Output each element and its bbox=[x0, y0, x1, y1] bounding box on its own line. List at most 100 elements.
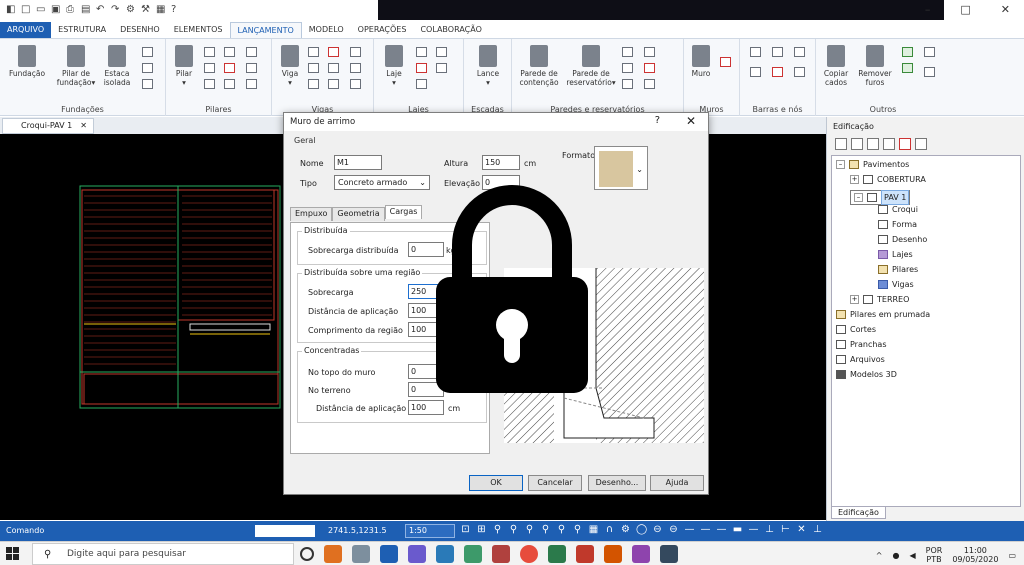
taskbar-search[interactable]: Digite aqui para pesquisar bbox=[32, 543, 294, 565]
chrome-icon[interactable] bbox=[520, 545, 538, 563]
maximize-button[interactable]: □ bbox=[960, 3, 970, 16]
panel-footer-tab[interactable]: Edificação bbox=[831, 506, 886, 519]
windows-start-icon[interactable] bbox=[6, 547, 19, 560]
open-icon[interactable]: ▭ bbox=[36, 4, 46, 15]
tool-icon[interactable] bbox=[772, 67, 783, 77]
snap-icon[interactable]: — bbox=[700, 524, 711, 536]
snap-icon[interactable]: ⚲ bbox=[524, 524, 535, 536]
tool-icon[interactable]: ▦ bbox=[156, 4, 166, 15]
save-all-icon[interactable]: ▤ bbox=[81, 4, 91, 15]
app-icon[interactable] bbox=[324, 545, 342, 563]
snap-icon[interactable]: ⚙ bbox=[620, 524, 631, 536]
tool-icon[interactable] bbox=[436, 63, 447, 73]
snap-icon[interactable]: — bbox=[748, 524, 759, 536]
delete-icon[interactable] bbox=[899, 138, 911, 150]
parede-contencao-button[interactable]: Parede de contenção bbox=[516, 45, 562, 87]
muro-button[interactable]: Muro bbox=[688, 45, 714, 78]
app-icon[interactable]: ◧ bbox=[6, 4, 16, 15]
snap-icon[interactable]: ⚲ bbox=[508, 524, 519, 536]
desenho-button[interactable]: Desenho... bbox=[588, 475, 646, 491]
app-icon[interactable] bbox=[492, 545, 510, 563]
tree-item[interactable]: Pranchas bbox=[836, 340, 886, 349]
snap-icon[interactable]: ⊡ bbox=[460, 524, 471, 536]
cortana-icon[interactable] bbox=[300, 547, 314, 561]
snap-icon[interactable]: — bbox=[716, 524, 727, 536]
formato-select[interactable]: ⌄ bbox=[594, 146, 648, 190]
viga-button[interactable]: Viga ▾ bbox=[278, 45, 302, 87]
tree-item[interactable]: + TERREO bbox=[850, 295, 909, 304]
volume-icon[interactable]: ◀ bbox=[909, 551, 915, 560]
tree-item[interactable]: Modelos 3D bbox=[836, 370, 897, 379]
tab-desenho[interactable]: DESENHO bbox=[113, 22, 167, 38]
snap-icon[interactable]: ∩ bbox=[604, 524, 615, 536]
notifications-icon[interactable]: ▭ bbox=[1008, 551, 1016, 560]
tab-empuxo[interactable]: Empuxo bbox=[290, 207, 333, 221]
tool-icon[interactable] bbox=[436, 47, 447, 57]
app-icon[interactable] bbox=[408, 545, 426, 563]
close-button[interactable]: ✕ bbox=[1001, 3, 1010, 16]
snap-icon[interactable]: ⚲ bbox=[572, 524, 583, 536]
snap-icon[interactable]: ✕ bbox=[796, 524, 807, 536]
tree-item[interactable]: – Pavimentos bbox=[836, 160, 909, 169]
snap-icon[interactable]: ⚲ bbox=[556, 524, 567, 536]
snap-icon[interactable]: ▦ bbox=[588, 524, 599, 536]
tool-icon[interactable] bbox=[416, 79, 427, 89]
help-button[interactable]: ? bbox=[655, 115, 660, 126]
undo-icon[interactable]: ↶ bbox=[96, 4, 106, 15]
nome-input[interactable]: M1 bbox=[334, 155, 382, 170]
parede-reservatorio-button[interactable]: Parede de reservatório▾ bbox=[566, 45, 616, 87]
dialog-close-button[interactable]: ✕ bbox=[686, 114, 696, 128]
tree-item[interactable]: Lajes bbox=[878, 250, 913, 259]
tool-icon[interactable]: ⚙ bbox=[126, 4, 136, 15]
tool-icon[interactable] bbox=[350, 47, 361, 57]
delete-icon[interactable] bbox=[224, 63, 235, 73]
fundacao-button[interactable]: Fundação bbox=[8, 45, 46, 78]
collapse-toggle[interactable]: – bbox=[836, 160, 845, 169]
tool-icon[interactable] bbox=[772, 47, 783, 57]
language-indicator[interactable]: POR PTB bbox=[926, 546, 943, 564]
tree-item[interactable]: Pilares bbox=[878, 265, 918, 274]
snap-icon[interactable]: ◯ bbox=[636, 524, 647, 536]
tab-arquivo[interactable]: ARQUIVO bbox=[0, 22, 52, 38]
tool-icon[interactable] bbox=[835, 138, 847, 150]
scale-select[interactable]: 1:50 bbox=[405, 524, 455, 538]
snap-icon[interactable]: ⊢ bbox=[780, 524, 791, 536]
snap-icon[interactable]: ⊖ bbox=[668, 524, 679, 536]
tool-icon[interactable] bbox=[142, 79, 153, 89]
tool-icon[interactable] bbox=[644, 63, 655, 73]
help-icon[interactable]: ? bbox=[171, 4, 181, 15]
tool-icon[interactable] bbox=[622, 47, 633, 57]
lance-button[interactable]: Lance ▾ bbox=[474, 45, 502, 87]
collapse-toggle[interactable]: – bbox=[854, 193, 863, 202]
tree-item-selected[interactable]: – PAV 1 bbox=[850, 190, 911, 205]
tree-item[interactable]: Vigas bbox=[878, 280, 914, 289]
tab-elementos[interactable]: ELEMENTOS bbox=[167, 22, 230, 38]
app-icon[interactable] bbox=[548, 545, 566, 563]
tree-item[interactable]: Cortes bbox=[836, 325, 876, 334]
app-icon[interactable] bbox=[660, 545, 678, 563]
expand-toggle[interactable]: + bbox=[850, 175, 859, 184]
app-icon[interactable] bbox=[632, 545, 650, 563]
tool-icon[interactable] bbox=[622, 79, 633, 89]
tool-icon[interactable] bbox=[204, 63, 215, 73]
tool-icon[interactable] bbox=[794, 67, 805, 77]
snap-icon[interactable]: ⚲ bbox=[492, 524, 503, 536]
tool-icon[interactable] bbox=[328, 63, 339, 73]
app-icon[interactable] bbox=[604, 545, 622, 563]
minimize-button[interactable]: – bbox=[925, 3, 931, 16]
tool-icon[interactable] bbox=[246, 79, 257, 89]
app-icon[interactable] bbox=[464, 545, 482, 563]
expand-toggle[interactable]: + bbox=[850, 295, 859, 304]
tool-icon[interactable] bbox=[142, 63, 153, 73]
tool-icon[interactable] bbox=[924, 47, 935, 57]
tool-icon[interactable] bbox=[851, 138, 863, 150]
tab-cargas[interactable]: Cargas bbox=[384, 205, 423, 219]
tool-icon[interactable] bbox=[224, 79, 235, 89]
document-tab[interactable]: Croqui-PAV 1 ✕ bbox=[2, 118, 94, 134]
tab-modelo[interactable]: MODELO bbox=[302, 22, 351, 38]
tool-icon[interactable] bbox=[246, 63, 257, 73]
tool-icon[interactable] bbox=[924, 67, 935, 77]
tool-icon[interactable] bbox=[204, 47, 215, 57]
tqs-icon[interactable] bbox=[380, 545, 398, 563]
app-icon[interactable] bbox=[436, 545, 454, 563]
